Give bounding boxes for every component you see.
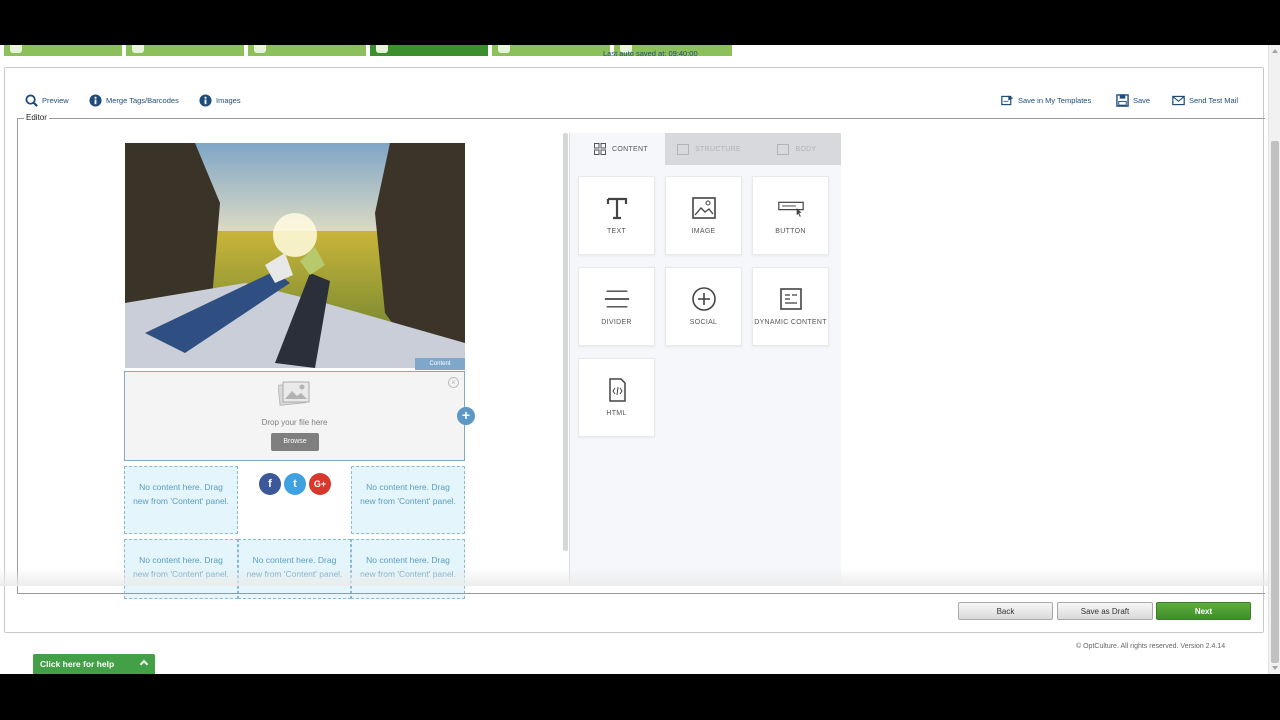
scroll-thumb[interactable] [1271, 141, 1279, 663]
body-icon [777, 143, 790, 155]
autosave-status: Last auto saved at: 09:40:00 [603, 49, 698, 58]
tile-html-label: HTML [606, 410, 627, 417]
step-tab-3[interactable] [248, 45, 366, 56]
empty-column-cell[interactable]: No content here. Drag new from 'Content'… [351, 466, 465, 534]
step-icon [132, 45, 144, 53]
content-tag: Content [415, 358, 465, 370]
tab-body[interactable]: BODY [753, 133, 841, 165]
overlay-fade [0, 568, 1268, 586]
tile-button[interactable]: BUTTON [752, 176, 829, 255]
image-icon [691, 197, 716, 219]
info-icon [199, 94, 212, 107]
save-as-draft-button[interactable]: Save as Draft [1057, 602, 1153, 620]
floppy-disk-icon [1116, 94, 1129, 107]
tab-structure[interactable]: STRUCTURE [665, 133, 753, 165]
tile-social-label: SOCIAL [689, 319, 718, 326]
save-templates-label: Save in My Templates [1018, 96, 1092, 105]
step-icon [254, 45, 266, 53]
step-icon [498, 45, 510, 53]
step-icon [10, 45, 22, 53]
search-icon [25, 94, 38, 107]
content-panel: CONTENT STRUCTURE BODY TEXT IMAGE BUTTON [569, 133, 841, 583]
step-tab-4-active[interactable] [370, 45, 488, 56]
grid-icon [594, 143, 607, 155]
tab-content[interactable]: CONTENT [577, 133, 665, 165]
panel-tabs: CONTENT STRUCTURE BODY [577, 133, 842, 165]
tile-social[interactable]: SOCIAL [665, 267, 742, 346]
images-label: Images [216, 96, 241, 105]
page: Preview Merge Tags/Barcodes Images Save … [0, 45, 1280, 674]
drop-text: Drop your file here [261, 418, 328, 427]
structure-icon [677, 143, 690, 155]
tile-text-label: TEXT [606, 228, 627, 235]
scroll-down-arrow-icon[interactable] [1272, 666, 1278, 670]
copyright-text: © OptCulture. All rights reserved. Versi… [1076, 643, 1226, 650]
image-placeholder-icon [278, 381, 310, 406]
html-file-icon [608, 378, 626, 402]
scroll-up-arrow-icon[interactable] [1272, 49, 1278, 53]
text-t-icon [606, 197, 627, 220]
help-button[interactable]: Click here for help [33, 654, 155, 674]
tab-structure-label: STRUCTURE [695, 145, 741, 153]
hero-photo [125, 143, 465, 368]
empty-column-cell[interactable]: No content here. Drag new from 'Content'… [124, 466, 238, 534]
chevron-up-icon [139, 659, 149, 669]
twitter-icon[interactable]: t [284, 473, 306, 495]
save-link[interactable]: Save [1116, 94, 1150, 107]
merge-tags-label: Merge Tags/Barcodes [106, 96, 179, 105]
preview-link[interactable]: Preview [25, 94, 69, 107]
info-icon [89, 94, 102, 107]
help-label: Click here for help [40, 659, 115, 669]
screen: Preview Merge Tags/Barcodes Images Save … [0, 0, 1280, 720]
tile-dynamic-content-label: DYNAMIC CONTENT [754, 319, 827, 326]
preview-label: Preview [42, 96, 69, 105]
add-block-plus-icon[interactable]: + [457, 407, 475, 425]
tile-divider-label: DIVIDER [601, 319, 632, 326]
save-templates-link[interactable]: Save in My Templates [1001, 94, 1091, 107]
tab-content-label: CONTENT [612, 145, 648, 153]
send-test-mail-label: Send Test Mail [1189, 96, 1239, 105]
facebook-icon[interactable]: f [259, 473, 281, 495]
button-icon [777, 201, 804, 217]
tile-divider[interactable]: DIVIDER [578, 267, 655, 346]
browse-button[interactable]: Browse [271, 433, 319, 451]
next-button[interactable]: Next [1156, 602, 1251, 620]
images-link[interactable]: Images [199, 94, 241, 107]
social-icons-block[interactable]: f t G+ [238, 466, 351, 534]
tile-text[interactable]: TEXT [578, 176, 655, 255]
envelope-icon [1172, 95, 1185, 106]
editor-label: Editor [24, 113, 49, 122]
tile-dynamic-content[interactable]: DYNAMIC CONTENT [752, 267, 829, 346]
save-label: Save [1133, 96, 1151, 105]
hero-image[interactable] [125, 143, 465, 368]
close-icon[interactable]: × [448, 377, 459, 388]
tile-image-label: IMAGE [691, 228, 716, 235]
template-save-icon [1001, 95, 1014, 106]
step-tab-1[interactable] [4, 45, 122, 56]
canvas-scrollbar[interactable] [563, 133, 568, 551]
tile-image[interactable]: IMAGE [665, 176, 742, 255]
divider-icon [604, 290, 629, 308]
editor-toolbar: Preview Merge Tags/Barcodes Images Save … [20, 94, 1250, 112]
image-drop-block[interactable]: Drop your file here Browse × [124, 371, 465, 461]
social-plus-icon [691, 287, 716, 311]
step-icon [376, 45, 388, 53]
page-scrollbar[interactable] [1268, 45, 1280, 674]
divider-line [17, 593, 1265, 594]
step-tab-2[interactable] [126, 45, 244, 56]
tile-button-label: BUTTON [775, 228, 806, 235]
dynamic-content-icon [779, 288, 802, 310]
google-plus-icon[interactable]: G+ [309, 473, 331, 495]
tab-body-label: BODY [795, 145, 817, 153]
send-test-mail-link[interactable]: Send Test Mail [1172, 94, 1238, 107]
merge-tags-link[interactable]: Merge Tags/Barcodes [89, 94, 179, 107]
step-tab-5[interactable] [492, 45, 610, 56]
tile-html[interactable]: HTML [578, 358, 655, 437]
back-button[interactable]: Back [958, 602, 1053, 620]
